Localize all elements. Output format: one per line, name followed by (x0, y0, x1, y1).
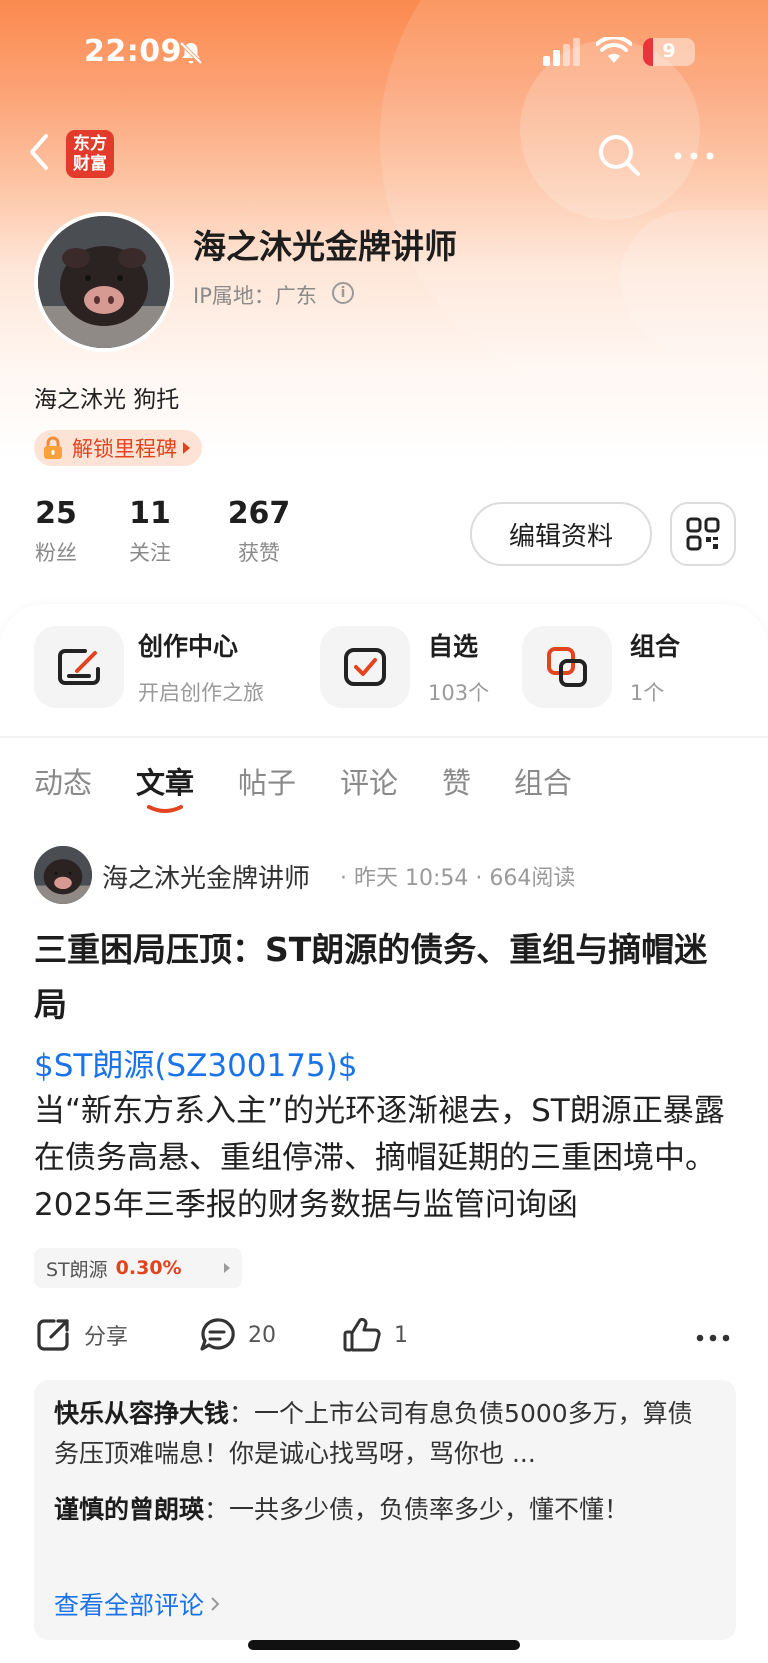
watchlist-entry[interactable]: 自选 103个 (320, 626, 489, 708)
stat-followers[interactable]: 25 粉丝 (34, 496, 78, 567)
post-meta: · 昨天 10:54 · 664阅读 (340, 866, 576, 891)
status-time: 22:09 (84, 34, 182, 69)
signal-icon (543, 38, 580, 66)
comment-text: 一共多少债，负债率多少，懂不懂！ (229, 1495, 630, 1524)
qr-code-icon (686, 517, 720, 551)
more-options-icon[interactable] (696, 1334, 730, 1342)
creator-center-entry[interactable]: 创作中心 开启创作之旅 (34, 626, 264, 708)
divider (0, 736, 768, 738)
ip-location: IP属地：广东 (193, 284, 317, 308)
comment-item[interactable]: 快乐从容挣大钱：一个上市公司有息负债5000多万，算债务压顶难喘息！你是诚心找骂… (54, 1394, 714, 1474)
stock-tag[interactable]: ST朗源 0.30% (34, 1248, 242, 1288)
creator-center-icon (34, 626, 124, 708)
feature-subtitle: 103个 (428, 681, 490, 705)
info-icon[interactable]: i (332, 282, 354, 304)
thumbs-up-icon (343, 1317, 381, 1352)
stat-following[interactable]: 11 关注 (128, 496, 172, 567)
feature-title: 组合 (630, 632, 681, 661)
feature-title: 自选 (428, 632, 479, 661)
chevron-right-icon (183, 442, 190, 454)
milestone-label: 解锁里程碑 (72, 437, 177, 461)
profile-bio: 海之沐光 狗托 (34, 387, 180, 413)
comment-button[interactable]: 20 (198, 1316, 276, 1354)
watchlist-icon (320, 626, 410, 708)
back-arrow-icon[interactable] (26, 132, 52, 172)
tab-dynamics[interactable]: 动态 (34, 760, 92, 802)
more-options-icon[interactable] (672, 150, 716, 162)
milestone-badge[interactable]: 解锁里程碑 (34, 430, 202, 466)
chevron-right-icon (211, 1597, 220, 1611)
post-author-avatar[interactable] (34, 846, 92, 904)
post-author-name[interactable]: 海之沐光金牌讲师 (102, 858, 310, 895)
pig-avatar-icon (34, 846, 92, 904)
like-button[interactable]: 1 (342, 1316, 408, 1354)
like-count: 1 (394, 1322, 408, 1348)
share-button[interactable]: 分享 (34, 1316, 128, 1354)
lock-icon (44, 436, 62, 459)
post-title[interactable]: 三重困局压顶：ST朗源的债务、重组与摘帽迷局 (34, 922, 734, 1032)
edit-profile-button[interactable]: 编辑资料 (470, 502, 652, 566)
comment-user: 快乐从容挣大钱 (54, 1399, 230, 1428)
active-tab-indicator (147, 805, 183, 813)
qr-code-button[interactable] (670, 502, 736, 566)
share-icon (37, 1319, 69, 1351)
tab-posts[interactable]: 帖子 (238, 760, 296, 802)
comment-icon (200, 1318, 235, 1351)
comments-preview: 快乐从容挣大钱：一个上市公司有息负债5000多万，算债务压顶难喘息！你是诚心找骂… (34, 1380, 736, 1640)
tab-portfolio[interactable]: 组合 (514, 760, 572, 802)
feature-title: 创作中心 (138, 632, 239, 661)
pig-avatar-icon (38, 216, 170, 348)
comment-count: 20 (248, 1322, 276, 1348)
view-all-comments-link[interactable]: 查看全部评论 (54, 1586, 220, 1622)
profile-name: 海之沐光金牌讲师 (193, 227, 457, 266)
chevron-right-icon (224, 1263, 230, 1273)
feature-subtitle: 1个 (630, 681, 665, 705)
search-icon[interactable] (596, 132, 642, 178)
wifi-icon (596, 37, 632, 63)
stat-likes[interactable]: 267 获赞 (226, 496, 292, 567)
tab-likes[interactable]: 赞 (442, 760, 471, 802)
portfolio-icon (522, 626, 612, 708)
comment-user: 谨慎的曾朗瑛 (54, 1495, 205, 1524)
mute-bell-icon (179, 41, 203, 65)
tab-comments[interactable]: 评论 (340, 760, 398, 802)
share-label: 分享 (84, 1325, 129, 1350)
comment-item[interactable]: 谨慎的曾朗瑛：一共多少债，负债率多少，懂不懂！ (54, 1490, 714, 1530)
post-body[interactable]: 当“新东方系入主”的光环逐渐褪去，ST朗源正暴露在债务高悬、重组停滞、摘帽延期的… (34, 1088, 734, 1229)
avatar[interactable] (34, 212, 174, 352)
portfolio-entry[interactable]: 组合 1个 (522, 626, 680, 708)
app-logo: 东方财富 (66, 130, 114, 178)
battery-indicator: 9 (643, 38, 695, 66)
tab-articles[interactable]: 文章 (136, 760, 194, 802)
home-indicator[interactable] (248, 1640, 520, 1650)
feature-subtitle: 开启创作之旅 (138, 681, 264, 705)
stock-link[interactable]: $ST朗源(SZ300175)$ (34, 1040, 358, 1085)
